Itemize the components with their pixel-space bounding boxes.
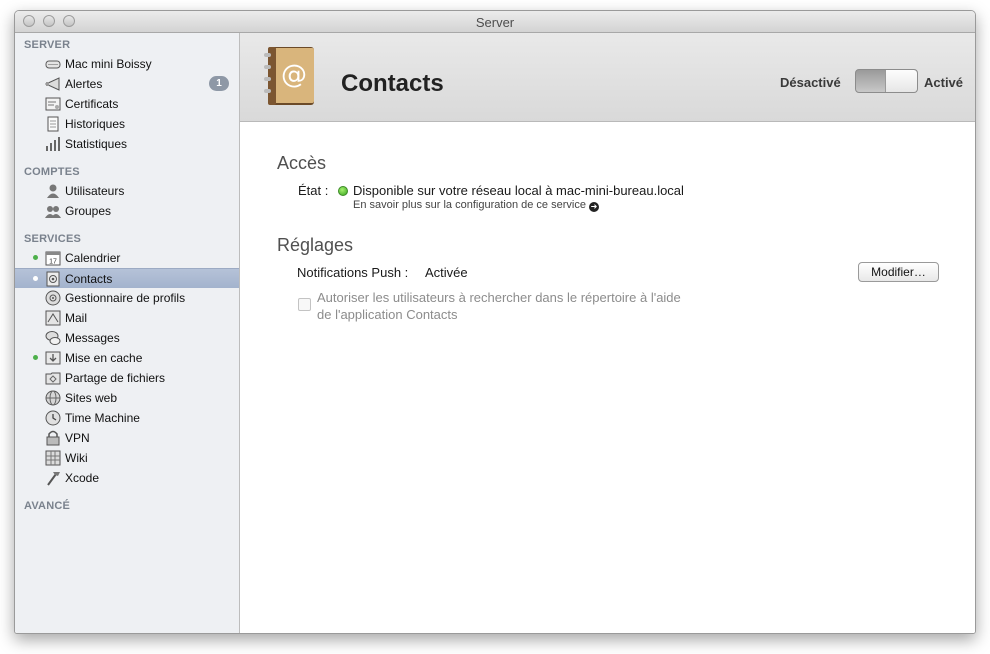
service-toggle-switch[interactable] (855, 69, 918, 93)
sidebar-item-label: Historiques (65, 117, 126, 131)
section-title-server: SERVER (24, 39, 71, 51)
section-title-comptes: COMPTES (24, 166, 80, 178)
sidebar-item-label: VPN (65, 431, 90, 445)
sidebar-item-label: Time Machine (65, 411, 140, 425)
group-icon (45, 203, 61, 219)
calendar-day-text: 17 (49, 259, 57, 266)
caching-icon (45, 350, 61, 366)
sidebar-item-label: Mac mini Boissy (65, 57, 152, 71)
service-active-indicator (33, 276, 38, 281)
toggle-off-label: Désactivé (780, 75, 841, 90)
sidebar-item-label: Gestionnaire de profils (65, 291, 186, 305)
profile-manager-icon (45, 290, 61, 306)
sidebar-item-calendrier[interactable]: 17 Calendrier (15, 248, 239, 268)
section-title-services: SERVICES (24, 233, 82, 245)
sidebar-item-label: Mise en cache (65, 351, 143, 365)
sidebar-item-label: Wiki (65, 451, 88, 465)
learn-more-link[interactable]: En savoir plus sur la configuration de c… (353, 199, 599, 212)
learn-more-text[interactable]: En savoir plus sur la configuration de c… (353, 199, 586, 211)
arrow-right-circle-icon[interactable]: ➜ (588, 202, 599, 212)
directory-search-label-line1: Autoriser les utilisateurs à rechercher … (317, 290, 681, 305)
calendar-icon: 17 (45, 250, 61, 266)
settings-heading: Réglages (277, 235, 354, 255)
file-sharing-icon (45, 370, 61, 386)
sidebar-item-time-machine[interactable]: Time Machine (15, 408, 239, 428)
sidebar-item-historiques[interactable]: Historiques (15, 114, 239, 134)
server-window: Server SERVER Mac mini Boissy Alertes 1 … (14, 10, 976, 634)
sidebar-item-label: Utilisateurs (65, 184, 125, 198)
sidebar-item-vpn[interactable]: VPN (15, 428, 239, 448)
sidebar-item-label: Contacts (65, 272, 113, 286)
sidebar-item-label: Xcode (65, 471, 100, 485)
sidebar-item-label: Groupes (65, 204, 112, 218)
sidebar-item-label: Statistiques (65, 137, 128, 151)
sidebar-item-groupes[interactable]: Groupes (15, 201, 239, 221)
sidebar-item-alertes[interactable]: Alertes 1 (15, 74, 239, 94)
status-indicator-icon (338, 186, 348, 196)
title-bar: Server (15, 11, 975, 33)
directory-search-checkbox[interactable] (298, 298, 311, 311)
sidebar: SERVER Mac mini Boissy Alertes 1 Certifi… (15, 33, 240, 633)
sidebar-item-mise-en-cache[interactable]: Mise en cache (15, 348, 239, 368)
sidebar-item-label: Sites web (65, 391, 118, 405)
xcode-icon (45, 470, 61, 486)
toggle-knob[interactable] (885, 70, 917, 92)
sidebar-item-label: Calendrier (65, 251, 121, 265)
alerts-count-badge: 1 (209, 76, 229, 91)
sidebar-item-certificats[interactable]: Certificats (15, 94, 239, 114)
access-heading: Accès (277, 153, 327, 173)
directory-search-label: Autoriser les utilisateurs à rechercher … (317, 289, 737, 323)
page-title: Contacts (341, 70, 444, 97)
sidebar-item-gestionnaire-de-profils[interactable]: Gestionnaire de profils (15, 288, 239, 308)
push-notifications-label: Notifications Push : (297, 265, 409, 280)
mail-icon (45, 310, 61, 326)
service-active-indicator (33, 355, 38, 360)
sidebar-item-contacts[interactable]: Contacts (15, 268, 239, 288)
sidebar-item-label: Partage de fichiers (65, 371, 166, 385)
sidebar-item-messages[interactable]: Messages (15, 328, 239, 348)
svg-text:@: @ (281, 60, 307, 90)
sidebar-item-label: Messages (65, 331, 120, 345)
sidebar-item-label: Alertes (65, 77, 103, 91)
status-value: Disponible sur votre réseau local à mac-… (353, 183, 684, 198)
sidebar-item-wiki[interactable]: Wiki (15, 448, 239, 468)
main-content: @ Contacts Désactivé Activé Accès État :… (240, 33, 975, 633)
time-machine-icon (45, 410, 61, 426)
address-book-icon: @ (262, 45, 320, 107)
sidebar-item-xcode[interactable]: Xcode (15, 468, 239, 488)
wiki-icon (45, 450, 61, 466)
alerts-icon (44, 76, 61, 92)
directory-search-label-line2: de l'application Contacts (317, 307, 458, 322)
stats-icon (45, 136, 61, 152)
sidebar-item-utilisateurs[interactable]: Utilisateurs (15, 181, 239, 201)
contacts-icon (45, 271, 61, 287)
sidebar-item-sites-web[interactable]: Sites web (15, 388, 239, 408)
toggle-on-label: Activé (924, 75, 964, 90)
messages-icon (45, 330, 61, 346)
window-title: Server (475, 15, 515, 30)
modify-button[interactable]: Modifier… (858, 262, 939, 282)
mac-mini-icon (45, 56, 61, 72)
sidebar-item-mac-mini[interactable]: Mac mini Boissy (15, 54, 239, 74)
logs-icon (45, 116, 61, 132)
service-header: @ Contacts Désactivé Activé (240, 33, 975, 122)
sidebar-item-statistiques[interactable]: Statistiques (15, 134, 239, 154)
websites-icon (45, 390, 61, 406)
section-title-avance[interactable]: AVANCÉ (24, 500, 70, 512)
sidebar-item-partage-de-fichiers[interactable]: Partage de fichiers (15, 368, 239, 388)
certificate-icon (45, 96, 61, 112)
sidebar-item-label: Mail (65, 311, 88, 325)
sidebar-item-mail[interactable]: Mail (15, 308, 239, 328)
vpn-icon (45, 430, 61, 446)
push-notifications-value: Activée (425, 265, 468, 280)
user-icon (45, 183, 61, 199)
service-active-indicator (33, 255, 38, 260)
sidebar-item-label: Certificats (65, 97, 119, 111)
status-label: État : (298, 183, 329, 198)
